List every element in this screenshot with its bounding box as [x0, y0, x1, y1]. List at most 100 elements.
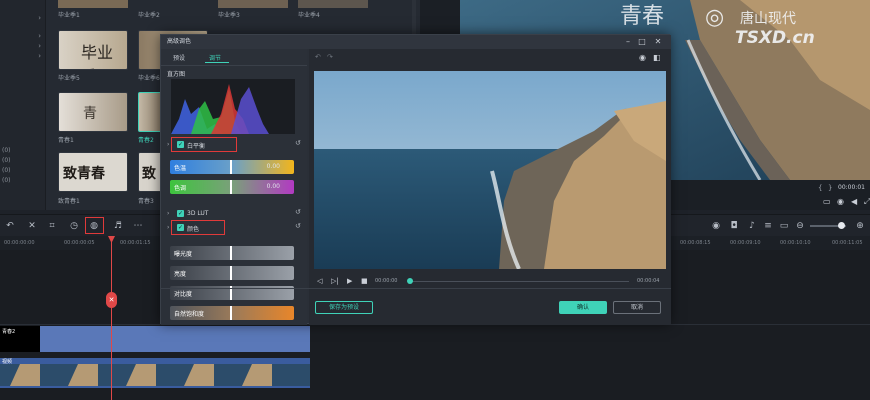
reset-icon[interactable]: ↺	[295, 222, 301, 230]
app-window: { "library": { "sidebar_items": ["", "",…	[0, 0, 870, 400]
monitor-icon[interactable]: ▭	[823, 197, 831, 206]
title-clip[interactable]: 青春2	[0, 326, 310, 352]
ruler-time: 00:00:08:15	[680, 240, 711, 246]
ruler-time: 00:00:01:15	[120, 240, 151, 246]
render-icon[interactable]: ◉	[710, 220, 722, 232]
cancel-button[interactable]: 取消	[613, 301, 661, 314]
expand-arrow-icon[interactable]: ›	[167, 224, 169, 231]
exposure-label: 曝光度	[174, 251, 193, 258]
save-preset-button[interactable]: 保存为预设	[315, 301, 373, 314]
video-clip-label: 视频	[2, 359, 13, 365]
adjust-panel: 预设 调节 直方图 › ✓ 白平衡 ↺ 色温 0.00 色调 0.00 › ✓ …	[161, 49, 307, 325]
zoom-slider-thumb[interactable]	[838, 222, 845, 229]
shield-icon[interactable]: ◘	[728, 220, 740, 232]
temperature-slider[interactable]: 色温 0.00	[170, 160, 294, 174]
total-time: 00:00:04	[637, 278, 660, 284]
zoom-in-icon[interactable]: ⊕	[854, 220, 866, 232]
media-thumbnail[interactable]	[298, 0, 368, 8]
tab-underline	[205, 62, 229, 63]
exposure-slider[interactable]: 曝光度	[170, 246, 294, 260]
reset-icon[interactable]: ↺	[295, 139, 301, 147]
temperature-label: 色温	[174, 165, 187, 172]
dialog-progress-thumb[interactable]	[407, 278, 413, 284]
tab-adjust[interactable]: 调节	[209, 53, 221, 62]
media-thumbnail[interactable]: 青	[58, 92, 128, 132]
sidebar-item-count[interactable]: (0)	[0, 157, 46, 167]
vibrance-slider[interactable]: 自然饱和度	[170, 306, 294, 320]
undo-icon[interactable]: ↶	[4, 220, 16, 232]
stop-icon[interactable]: ■	[361, 277, 368, 285]
minimize-icon[interactable]: –	[623, 37, 633, 47]
color-highlight	[171, 220, 225, 235]
more-icon[interactable]: ⋯	[132, 220, 144, 232]
chevron-right-icon[interactable]: ›	[38, 32, 41, 40]
mark-in-button[interactable]: {	[818, 184, 822, 192]
speed-icon[interactable]: ◷	[68, 220, 80, 232]
sidebar-item-count[interactable]: (0)	[0, 147, 46, 157]
thumb-caption: 毕业季6	[138, 75, 160, 82]
dialog-titlebar: 高级调色 – □ ✕	[161, 35, 671, 49]
ruler-time: 00:00:00:00	[4, 240, 35, 246]
thumb-caption: 青春3	[138, 198, 154, 205]
prev-frame-icon[interactable]: ◁	[317, 277, 322, 285]
chevron-right-icon[interactable]: ›	[38, 42, 41, 50]
brightness-slider[interactable]: 亮度	[170, 266, 294, 280]
close-icon[interactable]: ✕	[653, 37, 663, 47]
lut-checkbox[interactable]: ✓	[177, 210, 184, 217]
watermark-text: 唐山现代	[740, 11, 796, 27]
dialog-progress-track[interactable]	[409, 281, 629, 282]
thumb-caption: 毕业季1	[58, 12, 80, 19]
audio-icon[interactable]: ♬	[112, 220, 124, 232]
media-thumbnail[interactable]	[58, 0, 128, 8]
brightness-knob[interactable]	[230, 266, 232, 280]
footer-divider	[161, 288, 671, 289]
mic-icon[interactable]: ♪	[746, 220, 758, 232]
undo-icon[interactable]: ↶	[315, 53, 321, 61]
tint-knob[interactable]	[230, 180, 232, 194]
watermark-circle-icon: ◎	[705, 5, 725, 30]
crop-icon[interactable]: ⌗	[46, 220, 58, 232]
thumb-title-text: 毕业季	[81, 43, 114, 69]
tab-presets[interactable]: 预设	[173, 53, 185, 62]
redo-icon[interactable]: ↷	[327, 53, 333, 61]
temperature-value[interactable]: 0.00	[267, 163, 280, 170]
mark-out-button[interactable]: }	[828, 184, 832, 192]
library-sidebar: › › › › (0) (0) (0) (0)	[0, 0, 46, 210]
step-icon[interactable]: ▷|	[331, 277, 339, 285]
sidebar-item-count[interactable]: (0)	[0, 167, 46, 177]
current-time: 00:00:00	[375, 278, 398, 284]
histogram-label: 直方图	[167, 71, 186, 78]
maximize-icon[interactable]: □	[637, 37, 647, 47]
chevron-right-icon[interactable]: ›	[38, 14, 41, 22]
volume-icon[interactable]: ◀	[851, 197, 857, 206]
media-thumbnail[interactable]: 毕业季	[58, 30, 128, 70]
temperature-knob[interactable]	[230, 160, 232, 174]
eye-icon[interactable]: ◉	[639, 53, 646, 62]
compare-icon[interactable]: ◧	[653, 53, 661, 62]
subtitle-icon[interactable]: ▭	[778, 220, 790, 232]
chevron-right-icon[interactable]: ›	[38, 52, 41, 60]
vibrance-knob[interactable]	[230, 306, 232, 320]
ruler-time: 00:00:00:05	[64, 240, 95, 246]
list-icon[interactable]: ≡	[762, 220, 774, 232]
ok-button[interactable]: 确认	[559, 301, 607, 314]
video-clip[interactable]: 视频	[0, 358, 310, 388]
media-thumbnail[interactable]	[218, 0, 288, 8]
brightness-label: 亮度	[174, 271, 187, 278]
histogram-chart	[171, 79, 295, 134]
tint-value[interactable]: 0.00	[267, 183, 280, 190]
expand-arrow-icon[interactable]: ›	[167, 210, 169, 217]
reset-icon[interactable]: ↺	[295, 208, 301, 216]
thumb-caption: 青春1	[58, 137, 74, 144]
expand-arrow-icon[interactable]: ›	[167, 141, 169, 148]
fullscreen-icon[interactable]: ⤢	[864, 197, 870, 207]
camera-icon[interactable]: ◉	[837, 197, 844, 206]
play-icon[interactable]: ▶	[347, 277, 352, 285]
delete-icon[interactable]: ✕	[26, 220, 38, 232]
tint-slider[interactable]: 色调 0.00	[170, 180, 294, 194]
split-marker-icon[interactable]: ✕	[106, 292, 117, 308]
zoom-out-icon[interactable]: ⊖	[794, 220, 806, 232]
media-thumbnail[interactable]: 致青春	[58, 152, 128, 192]
sidebar-item-count[interactable]: (0)	[0, 177, 46, 187]
exposure-knob[interactable]	[230, 246, 232, 260]
